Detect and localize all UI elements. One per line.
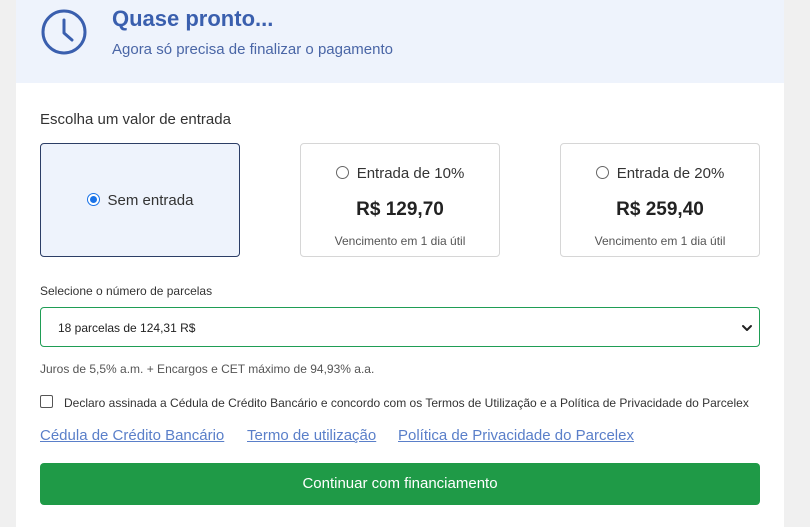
header-banner: Quase pronto... Agora só precisa de fina… xyxy=(16,0,784,83)
installments-selected-value: 18 parcelas de 124,31 R$ xyxy=(58,321,196,335)
option-sem-entrada[interactable]: Sem entrada xyxy=(40,143,240,257)
chevron-down-icon xyxy=(742,325,752,331)
continue-button[interactable]: Continuar com financiamento xyxy=(40,463,760,505)
option-due-note: Vencimento em 1 dia útil xyxy=(334,234,466,248)
installments-select[interactable]: 18 parcelas de 124,31 R$ xyxy=(40,307,760,347)
option-label: Sem entrada xyxy=(107,192,194,209)
agreement-text: Declaro assinada a Cédula de Crédito Ban… xyxy=(64,396,749,410)
option-entrada-20[interactable]: Entrada de 20% R$ 259,40 Vencimento em 1… xyxy=(560,143,760,257)
radio-icon[interactable] xyxy=(595,166,609,179)
link-cedula-credito[interactable]: Cédula de Crédito Bancário xyxy=(40,427,224,444)
option-due-note: Vencimento em 1 dia útil xyxy=(594,234,726,248)
clock-icon xyxy=(41,9,87,55)
option-label: Entrada de 20% xyxy=(616,165,725,182)
payment-page: Quase pronto... Agora só precisa de fina… xyxy=(16,0,784,527)
option-price: R$ 129,70 xyxy=(356,199,444,220)
installments-label: Selecione o número de parcelas xyxy=(40,284,213,298)
option-sem-entrada-head: Sem entrada xyxy=(41,192,239,209)
agreement-checkbox[interactable] xyxy=(40,395,53,408)
link-politica-privacidade[interactable]: Política de Privacidade do Parcelex xyxy=(398,427,634,444)
page-subtitle: Agora só precisa de finalizar o pagament… xyxy=(112,41,394,58)
option-entrada-10-head: Entrada de 10% xyxy=(301,165,499,182)
radio-selected-icon[interactable] xyxy=(86,193,100,206)
page-title: Quase pronto... xyxy=(112,6,274,31)
link-termo-utilizacao[interactable]: Termo de utilização xyxy=(247,427,376,444)
down-payment-label: Escolha um valor de entrada xyxy=(40,111,231,128)
option-label: Entrada de 10% xyxy=(356,165,465,182)
option-price: R$ 259,40 xyxy=(616,199,704,220)
option-entrada-20-head: Entrada de 20% xyxy=(561,165,759,182)
radio-icon[interactable] xyxy=(335,166,349,179)
interest-note: Juros de 5,5% a.m. + Encargos e CET máxi… xyxy=(40,362,375,376)
option-entrada-10[interactable]: Entrada de 10% R$ 129,70 Vencimento em 1… xyxy=(300,143,500,257)
